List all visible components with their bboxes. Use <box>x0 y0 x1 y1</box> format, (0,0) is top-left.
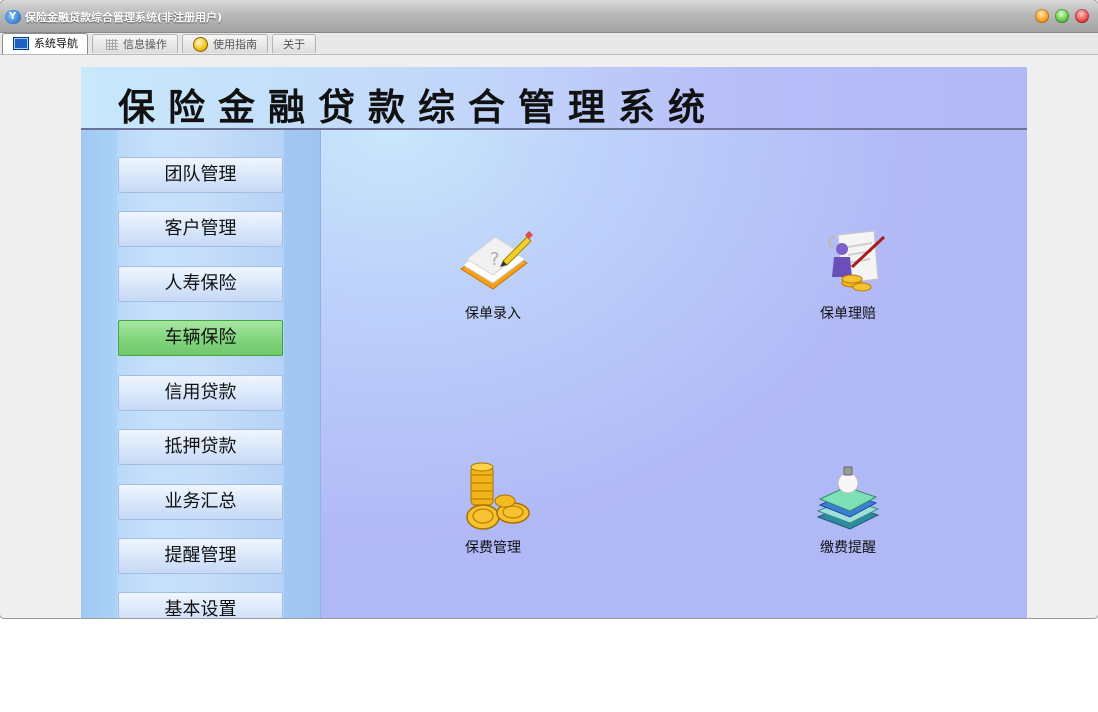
sidebar-item-reminders[interactable]: 提醒管理 <box>118 538 283 574</box>
sidebar-item-vehicle-insurance[interactable]: 车辆保险 <box>118 320 283 356</box>
grid-icon <box>106 39 118 50</box>
tab-label: 信息操作 <box>123 38 167 51</box>
content-area <box>321 130 1027 618</box>
tile-payment-reminder[interactable]: 缴费提醒 <box>788 461 908 571</box>
app-window: Y 保险金融贷款综合管理系统(非注册用户) 系统导航 信息操作 使用指南 关于 … <box>0 0 1098 618</box>
tab-system-navigation[interactable]: 系统导航 <box>2 33 88 54</box>
svg-text:?: ? <box>490 249 500 270</box>
tab-user-guide[interactable]: 使用指南 <box>182 34 268 53</box>
maximize-button[interactable] <box>1055 9 1069 23</box>
sidebar-item-business-summary[interactable]: 业务汇总 <box>118 484 283 520</box>
minimize-button[interactable] <box>1035 9 1049 23</box>
tab-about[interactable]: 关于 <box>272 34 316 53</box>
tile-label: 保单录入 <box>465 306 521 322</box>
tile-premium-management[interactable]: 保费管理 <box>433 461 553 571</box>
sidebar-item-mortgage-loan[interactable]: 抵押贷款 <box>118 429 283 465</box>
sidebar-item-team[interactable]: 团队管理 <box>118 157 283 193</box>
tile-label: 保单理赔 <box>820 306 876 322</box>
help-icon <box>193 37 208 52</box>
tab-label: 使用指南 <box>213 38 257 51</box>
app-logo-icon: Y <box>5 10 21 24</box>
tile-policy-entry[interactable]: ? 保单录入 <box>433 227 553 337</box>
pencil-paper-icon: ? <box>460 231 533 290</box>
coins-icon <box>466 462 530 530</box>
sidebar-item-customer[interactable]: 客户管理 <box>118 211 283 247</box>
books-bulb-icon <box>816 466 880 530</box>
title-bar[interactable]: Y 保险金融贷款综合管理系统(非注册用户) <box>0 0 1098 33</box>
tab-bar: 系统导航 信息操作 使用指南 关于 <box>0 33 1098 55</box>
tab-info-operation[interactable]: 信息操作 <box>92 34 178 53</box>
window-title: 保险金融贷款综合管理系统(非注册用户) <box>25 11 223 24</box>
sidebar-item-life-insurance[interactable]: 人寿保险 <box>118 266 283 302</box>
monitor-icon <box>13 37 29 50</box>
tile-label: 保费管理 <box>465 540 521 556</box>
tab-label: 系统导航 <box>34 37 78 50</box>
tab-label: 关于 <box>283 38 305 51</box>
claim-icon <box>828 230 886 292</box>
sidebar-item-basic-settings[interactable]: 基本设置 <box>118 592 283 618</box>
close-button[interactable] <box>1075 9 1089 23</box>
tile-policy-claim[interactable]: 保单理赔 <box>788 227 908 337</box>
sidebar-item-credit-loan[interactable]: 信用贷款 <box>118 375 283 411</box>
sidebar: 团队管理 客户管理 人寿保险 车辆保险 信用贷款 抵押贷款 业务汇总 提醒管理 … <box>81 130 321 618</box>
banner: 保险金融贷款综合管理系统 <box>81 67 1027 130</box>
main-panel: 保险金融贷款综合管理系统 团队管理 客户管理 人寿保险 车辆保险 信用贷款 抵押… <box>81 67 1027 618</box>
tile-label: 缴费提醒 <box>820 540 876 556</box>
page-title: 保险金融贷款综合管理系统 <box>118 86 718 129</box>
